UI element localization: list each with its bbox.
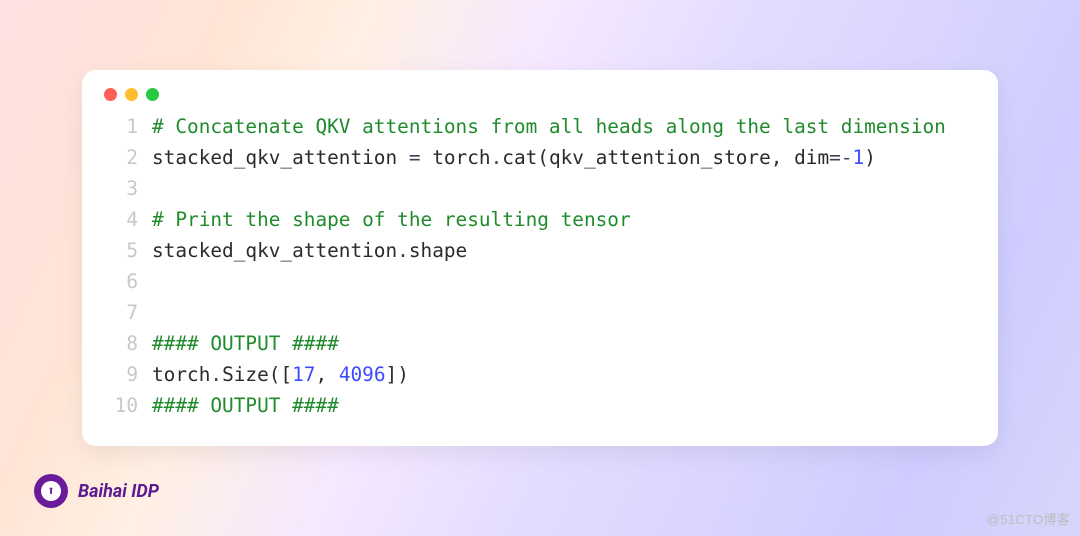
line-content: stacked_qkv_attention.shape (152, 235, 976, 266)
code-line: 10 #### OUTPUT #### (104, 390, 976, 421)
brand-name: Baihai IDP (78, 481, 159, 502)
line-number: 3 (104, 173, 138, 204)
watermark: @51CTO博客 (987, 509, 1070, 528)
code-line: 5 stacked_qkv_attention.shape (104, 235, 976, 266)
window-controls (104, 88, 976, 101)
line-number: 4 (104, 204, 138, 235)
line-number: 6 (104, 266, 138, 297)
line-number: 8 (104, 328, 138, 359)
code-line: 8 #### OUTPUT #### (104, 328, 976, 359)
code-line: 9 torch.Size([17, 4096]) (104, 359, 976, 390)
code-line: 4 # Print the shape of the resulting tens… (104, 204, 976, 235)
line-content (152, 297, 976, 328)
line-content: # Print the shape of the resulting tenso… (152, 204, 976, 235)
code-line: 3 (104, 173, 976, 204)
line-content (152, 173, 976, 204)
line-content: stacked_qkv_attention = torch.cat(qkv_at… (152, 142, 976, 173)
line-content: # Concatenate QKV attentions from all he… (152, 111, 976, 142)
zoom-icon (146, 88, 159, 101)
brand-logo-glyph: ⬆ (41, 481, 61, 501)
code-block: 1 # Concatenate QKV attentions from all h… (104, 111, 976, 421)
code-line: 7 (104, 297, 976, 328)
code-line: 1 # Concatenate QKV attentions from all h… (104, 111, 976, 142)
minimize-icon (125, 88, 138, 101)
line-content: torch.Size([17, 4096]) (152, 359, 976, 390)
code-line: 6 (104, 266, 976, 297)
code-line: 2 stacked_qkv_attention = torch.cat(qkv_a… (104, 142, 976, 173)
line-number: 5 (104, 235, 138, 266)
line-number: 2 (104, 142, 138, 173)
line-number: 1 (104, 111, 138, 142)
footer-brand: ⬆ Baihai IDP (34, 474, 159, 508)
code-card: 1 # Concatenate QKV attentions from all h… (82, 70, 998, 446)
line-content (152, 266, 976, 297)
line-content: #### OUTPUT #### (152, 390, 976, 421)
close-icon (104, 88, 117, 101)
line-number: 7 (104, 297, 138, 328)
brand-logo-icon: ⬆ (34, 474, 68, 508)
line-number: 9 (104, 359, 138, 390)
line-content: #### OUTPUT #### (152, 328, 976, 359)
line-number: 10 (104, 390, 138, 421)
